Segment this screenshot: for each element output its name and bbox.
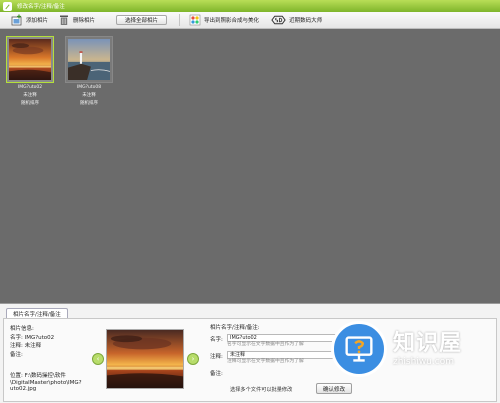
name-label: 名字: — [210, 337, 223, 343]
photo-thumbnail-1[interactable]: IMG?uto02 未注释 随机排序 — [5, 36, 55, 107]
info-name: 名字: IMG?uto02 — [10, 334, 55, 341]
window-title: 修改名字/注释/备注 — [17, 4, 65, 10]
previous-photo-button[interactable]: ‹ — [92, 353, 104, 365]
nearby-master-label: 近期数码大师 — [289, 18, 323, 24]
info-remark: 备注: — [10, 351, 23, 358]
export-effects-button[interactable]: 导出到照影合成与美化 — [186, 13, 262, 28]
photo-thumbnail-2[interactable]: IMG?uto08 未注释 随机排序 — [64, 36, 114, 107]
app-icon — [3, 1, 12, 11]
info-heading: 相片信息: — [10, 326, 34, 332]
thumbnail-frame — [65, 36, 113, 83]
remark-label: 备注: — [210, 371, 223, 377]
title-bar: 修改名字/注释/备注 — [0, 0, 500, 12]
photo-name: IMG?uto02 — [17, 85, 43, 90]
site-watermark: 知识屋 zhishiwu.com — [331, 321, 497, 377]
photo-name: IMG?uto08 — [76, 85, 102, 90]
info-location: 位置: F:\数码操控\软件\DigitalMaster\photo\IMG?u… — [10, 373, 82, 392]
photo-note-status: 未注释 — [23, 93, 37, 98]
select-all-button[interactable]: 选择全部相片 — [116, 15, 168, 25]
photo-gallery: IMG?uto02 未注释 随机排序 IMG?uto08 未注释 随机排序 — [0, 29, 500, 303]
trash-icon — [60, 15, 69, 25]
export-effects-label: 导出到照影合成与美化 — [204, 18, 260, 24]
thumbnail-frame — [6, 36, 54, 83]
sunset-beach-image — [9, 39, 51, 80]
add-photo-icon — [11, 14, 22, 26]
toolbar-divider — [179, 14, 181, 26]
next-photo-button[interactable]: › — [187, 353, 199, 365]
info-note: 注释: 未注释 — [10, 343, 42, 349]
add-photos-label: 添加相片 — [26, 18, 49, 24]
confirm-edit-button[interactable]: 确认修改 — [316, 383, 352, 394]
nearby-master-button[interactable]: 近期数码大师 — [268, 13, 325, 28]
lighthouse-coast-image — [68, 39, 111, 80]
photo-remark-status: 随机排序 — [21, 101, 39, 106]
palette-icon — [189, 14, 201, 26]
chevron-right-icon: › — [191, 355, 195, 363]
watermark-title: 知识屋 — [393, 330, 463, 356]
chevron-left-icon: ‹ — [96, 355, 100, 363]
photo-remark-status: 随机排序 — [80, 101, 98, 106]
batch-hint: 选择多个文件可以批量修改 — [230, 387, 293, 393]
toolbar: 添加相片 删除相片 选择全部相片 导出到照影合成与美化 近期数码大师 — [0, 12, 500, 29]
watermark-url: zhishiwu.com — [393, 356, 454, 367]
tab-name-note-remark[interactable]: 相片名字/注释/备注 — [6, 308, 68, 318]
monitor-question-icon — [331, 321, 387, 377]
delete-photos-button[interactable]: 删除相片 — [55, 13, 98, 28]
add-photos-button[interactable]: 添加相片 — [8, 13, 51, 28]
photo-preview — [106, 329, 184, 389]
photo-info: 相片信息: 名字: IMG?uto02 注释: 未注释 备注: 位置: F:\数… — [10, 325, 90, 393]
note-label: 注释: — [210, 354, 223, 360]
photo-note-status: 未注释 — [82, 93, 96, 98]
ds-logo-icon — [271, 15, 286, 25]
delete-photos-label: 删除相片 — [73, 18, 96, 24]
